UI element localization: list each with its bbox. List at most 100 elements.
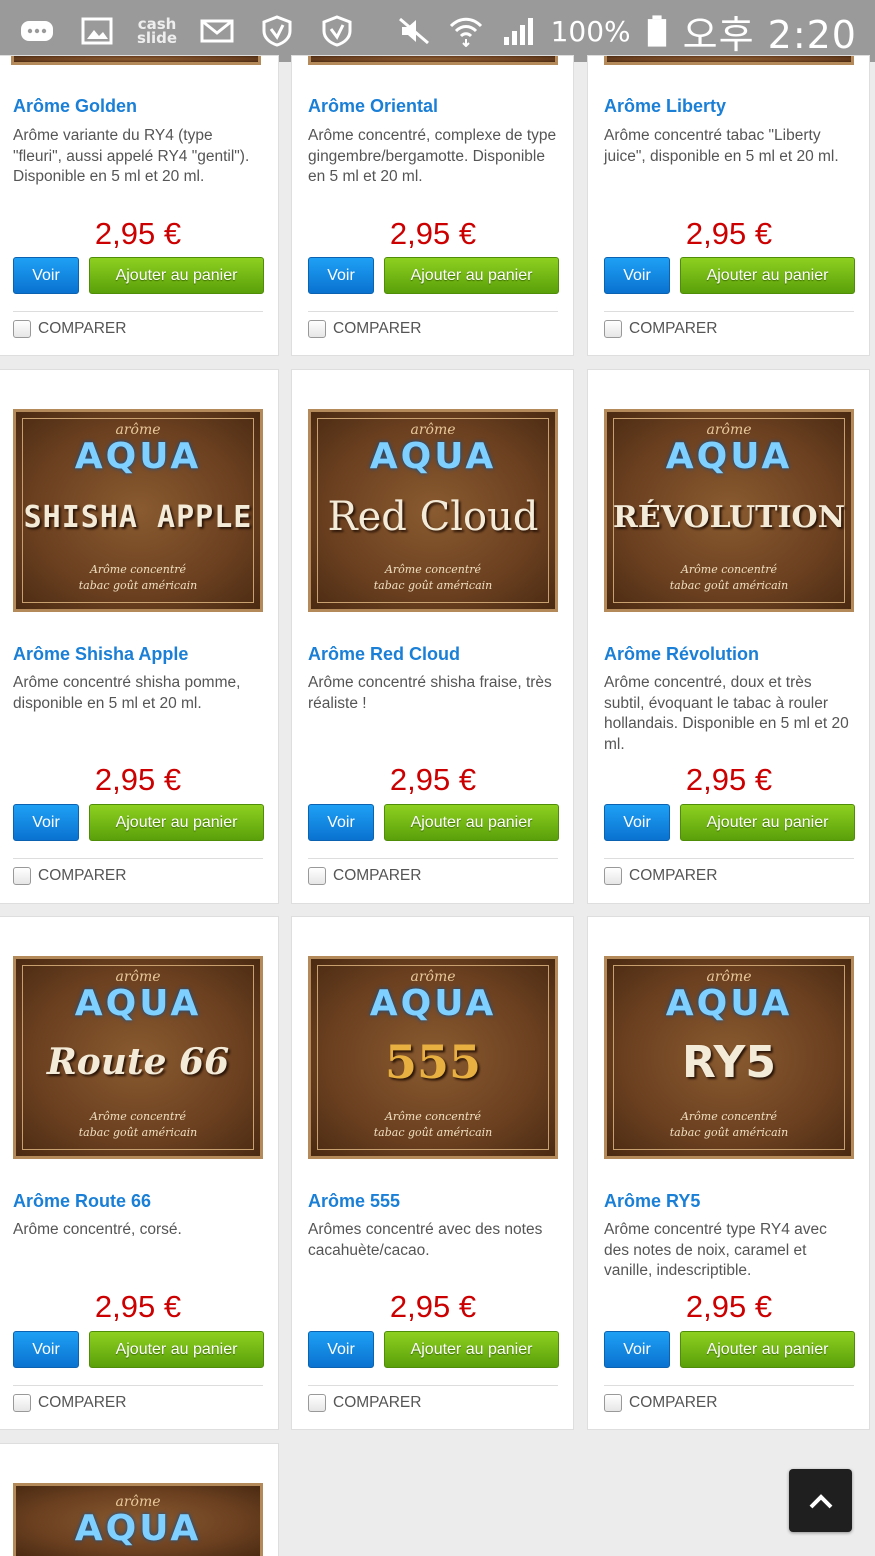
thumbnail-sub-2: tabac goût américain: [669, 579, 789, 592]
compare-checkbox[interactable]: COMPARER: [308, 320, 421, 338]
signal-icon: [499, 14, 537, 48]
wifi-icon: [447, 14, 485, 48]
divider: [308, 311, 558, 312]
product-price: 2,95 €: [389, 1289, 477, 1324]
compare-checkbox[interactable]: COMPARER: [604, 867, 717, 885]
product-thumbnail[interactable]: [11, 56, 261, 65]
add-to-cart-button[interactable]: Ajouter au panier: [89, 257, 264, 294]
compare-checkbox[interactable]: COMPARER: [13, 320, 126, 338]
voir-button[interactable]: Voir: [308, 1331, 374, 1368]
divider: [13, 858, 263, 859]
product-thumbnail[interactable]: arôme AQUA RY5 Arôme concentré tabac goût…: [604, 956, 854, 1159]
thumbnail-brand: AQUA: [665, 983, 793, 1024]
compare-label: COMPARER: [333, 867, 422, 884]
add-to-cart-button[interactable]: Ajouter au panier: [680, 804, 855, 841]
thumbnail-brand: AQUA: [369, 436, 497, 477]
product-thumbnail[interactable]: arôme AQUA RÉVOLUTION Arôme concentré tab…: [604, 409, 854, 612]
thumbnail-brand: AQUA: [74, 1508, 202, 1549]
add-to-cart-button[interactable]: Ajouter au panier: [680, 257, 855, 294]
thumbnail-name: SHISHA APPLE: [23, 500, 253, 535]
product-description: Arôme concentré tabac "Liberty juice", d…: [604, 127, 839, 165]
thumbnail-sub-1: Arôme concentré: [89, 1110, 187, 1123]
checkbox-box[interactable]: [308, 320, 326, 338]
product-description: Arôme concentré shisha fraise, très réal…: [308, 674, 552, 712]
v3-shield-icon: [318, 14, 356, 48]
product-thumbnail[interactable]: [308, 56, 558, 65]
product-title[interactable]: Arôme Shisha Apple: [13, 644, 188, 665]
thumbnail-name: RY5: [682, 1037, 776, 1088]
thumbnail-subtitle: Arôme concentré tabac goût américain: [311, 1109, 555, 1141]
product-title[interactable]: Arôme Golden: [13, 96, 137, 117]
voir-button[interactable]: Voir: [13, 804, 79, 841]
thumbnail-subtitle: Arôme concentré tabac goût américain: [607, 1109, 851, 1141]
product-card: Arôme Golden Arôme variante du RY4 (type…: [0, 55, 279, 356]
checkbox-box[interactable]: [308, 867, 326, 885]
thumbnail-subtitle: Arôme concentré tabac goût américain: [311, 562, 555, 594]
thumbnail-subtitle: Arôme concentré tabac goût américain: [607, 562, 851, 594]
chat-icon: [18, 14, 56, 48]
product-card: arôme AQUA RÉVOLUTION Arôme concentré tab…: [587, 369, 870, 904]
voir-button[interactable]: Voir: [604, 804, 670, 841]
product-price: 2,95 €: [389, 762, 477, 797]
product-title[interactable]: Arôme Route 66: [13, 1191, 151, 1212]
product-title[interactable]: Arôme RY5: [604, 1191, 700, 1212]
thumbnail-brand: AQUA: [74, 436, 202, 477]
voir-button[interactable]: Voir: [308, 804, 374, 841]
add-to-cart-button[interactable]: Ajouter au panier: [89, 804, 264, 841]
cashslide-label: cash slide: [136, 15, 178, 47]
checkbox-box[interactable]: [604, 1394, 622, 1412]
mail-icon: [198, 14, 236, 48]
checkbox-box[interactable]: [13, 320, 31, 338]
product-thumbnail[interactable]: [604, 56, 854, 65]
checkbox-box[interactable]: [13, 1394, 31, 1412]
product-title[interactable]: Arôme 555: [308, 1191, 400, 1212]
product-title[interactable]: Arôme Red Cloud: [308, 644, 460, 665]
checkbox-box[interactable]: [13, 867, 31, 885]
thumbnail-sub-2: tabac goût américain: [669, 1126, 789, 1139]
product-thumbnail[interactable]: arôme AQUA: [13, 1483, 263, 1556]
compare-checkbox[interactable]: COMPARER: [308, 867, 421, 885]
product-card: arôme AQUA RY5 Arôme concentré tabac goût…: [587, 916, 870, 1430]
compare-label: COMPARER: [629, 1394, 718, 1411]
add-to-cart-button[interactable]: Ajouter au panier: [384, 804, 559, 841]
add-to-cart-button[interactable]: Ajouter au panier: [89, 1331, 264, 1368]
checkbox-box[interactable]: [604, 867, 622, 885]
voir-button[interactable]: Voir: [308, 257, 374, 294]
product-thumbnail[interactable]: arôme AQUA Red Cloud Arôme concentré taba…: [308, 409, 558, 612]
voir-button[interactable]: Voir: [13, 257, 79, 294]
compare-checkbox[interactable]: COMPARER: [604, 1394, 717, 1412]
compare-label: COMPARER: [333, 1394, 422, 1411]
compare-checkbox[interactable]: COMPARER: [13, 867, 126, 885]
thumbnail-sub-2: tabac goût américain: [78, 1126, 198, 1139]
add-to-cart-button[interactable]: Ajouter au panier: [680, 1331, 855, 1368]
thumbnail-sub-2: tabac goût américain: [373, 1126, 493, 1139]
product-price: 2,95 €: [685, 1289, 773, 1324]
thumbnail-name: RÉVOLUTION: [612, 500, 846, 535]
checkbox-box[interactable]: [604, 320, 622, 338]
product-thumbnail[interactable]: arôme AQUA Route 66 Arôme concentré tabac…: [13, 956, 263, 1159]
product-title[interactable]: Arôme Révolution: [604, 644, 759, 665]
product-title[interactable]: Arôme Liberty: [604, 96, 726, 117]
voir-button[interactable]: Voir: [604, 257, 670, 294]
product-card: arôme AQUA: [0, 1443, 279, 1556]
product-thumbnail[interactable]: arôme AQUA SHISHA APPLE Arôme concentré t…: [13, 409, 263, 612]
product-description: Arôme concentré, corsé.: [13, 1221, 182, 1238]
compare-checkbox[interactable]: COMPARER: [308, 1394, 421, 1412]
checkbox-box[interactable]: [308, 1394, 326, 1412]
thumbnail-name: Route 66: [46, 1041, 230, 1083]
compare-label: COMPARER: [333, 320, 422, 337]
thumbnail-sub-2: tabac goût américain: [78, 579, 198, 592]
compare-checkbox[interactable]: COMPARER: [604, 320, 717, 338]
scroll-to-top-button[interactable]: [789, 1469, 852, 1532]
compare-label: COMPARER: [38, 1394, 127, 1411]
add-to-cart-button[interactable]: Ajouter au panier: [384, 257, 559, 294]
mute-icon: [395, 14, 433, 48]
product-price: 2,95 €: [94, 1289, 182, 1324]
v3-shield-icon: [258, 14, 296, 48]
voir-button[interactable]: Voir: [13, 1331, 79, 1368]
voir-button[interactable]: Voir: [604, 1331, 670, 1368]
add-to-cart-button[interactable]: Ajouter au panier: [384, 1331, 559, 1368]
product-thumbnail[interactable]: arôme AQUA 555 Arôme concentré tabac goût…: [308, 956, 558, 1159]
product-title[interactable]: Arôme Oriental: [308, 96, 438, 117]
compare-checkbox[interactable]: COMPARER: [13, 1394, 126, 1412]
